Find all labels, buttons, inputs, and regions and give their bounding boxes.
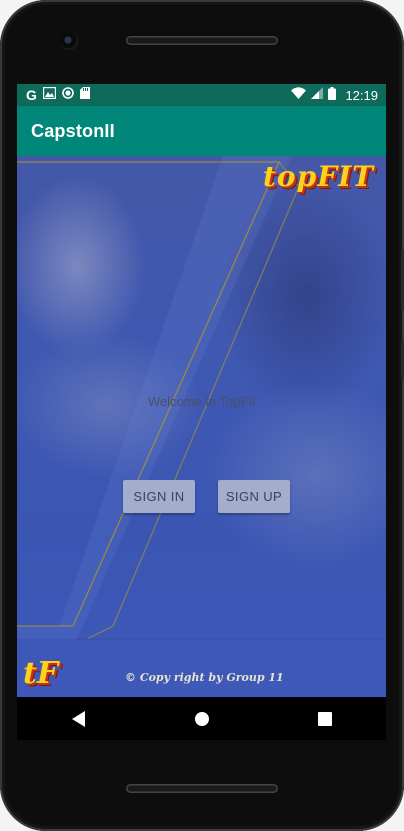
google-g-icon: G [26,87,37,103]
app-bar: CapstonII [17,106,386,156]
copyright-text: © Copy right by Group 11 [125,671,284,684]
battery-icon [328,86,337,104]
welcome-text: Welcome to TopFit [147,394,256,409]
sign-up-button[interactable]: SIGN UP [218,480,290,513]
status-time: 12:19 [345,87,378,103]
phone-frame: G 12:19 CapstonII topFIT Welcome to TopF… [0,0,404,831]
front-camera [60,32,78,50]
system-icons: 12:19 [291,86,386,104]
status-bar: G 12:19 [17,84,386,106]
recents-icon[interactable] [305,699,345,739]
cell-signal-icon [311,87,324,103]
sd-card-icon [79,87,90,103]
back-icon[interactable] [59,699,99,739]
circle-notification-icon [62,87,74,103]
bottom-speaker [126,784,278,793]
topfit-logo: topFIT [263,160,374,193]
tf-logo: tF [23,656,59,691]
welcome-screen: topFIT Welcome to TopFit SIGN IN SIGN UP… [17,156,386,697]
top-speaker [126,36,278,45]
sign-in-button[interactable]: SIGN IN [123,480,195,513]
app-title: CapstonII [31,120,115,141]
notification-icons: G [17,86,90,103]
navigation-bar [17,697,386,740]
wifi-icon [291,87,307,103]
background-artwork [17,156,386,640]
home-icon[interactable] [182,699,222,739]
screen: G 12:19 CapstonII topFIT Welcome to TopF… [17,84,386,740]
photo-icon [42,86,57,103]
